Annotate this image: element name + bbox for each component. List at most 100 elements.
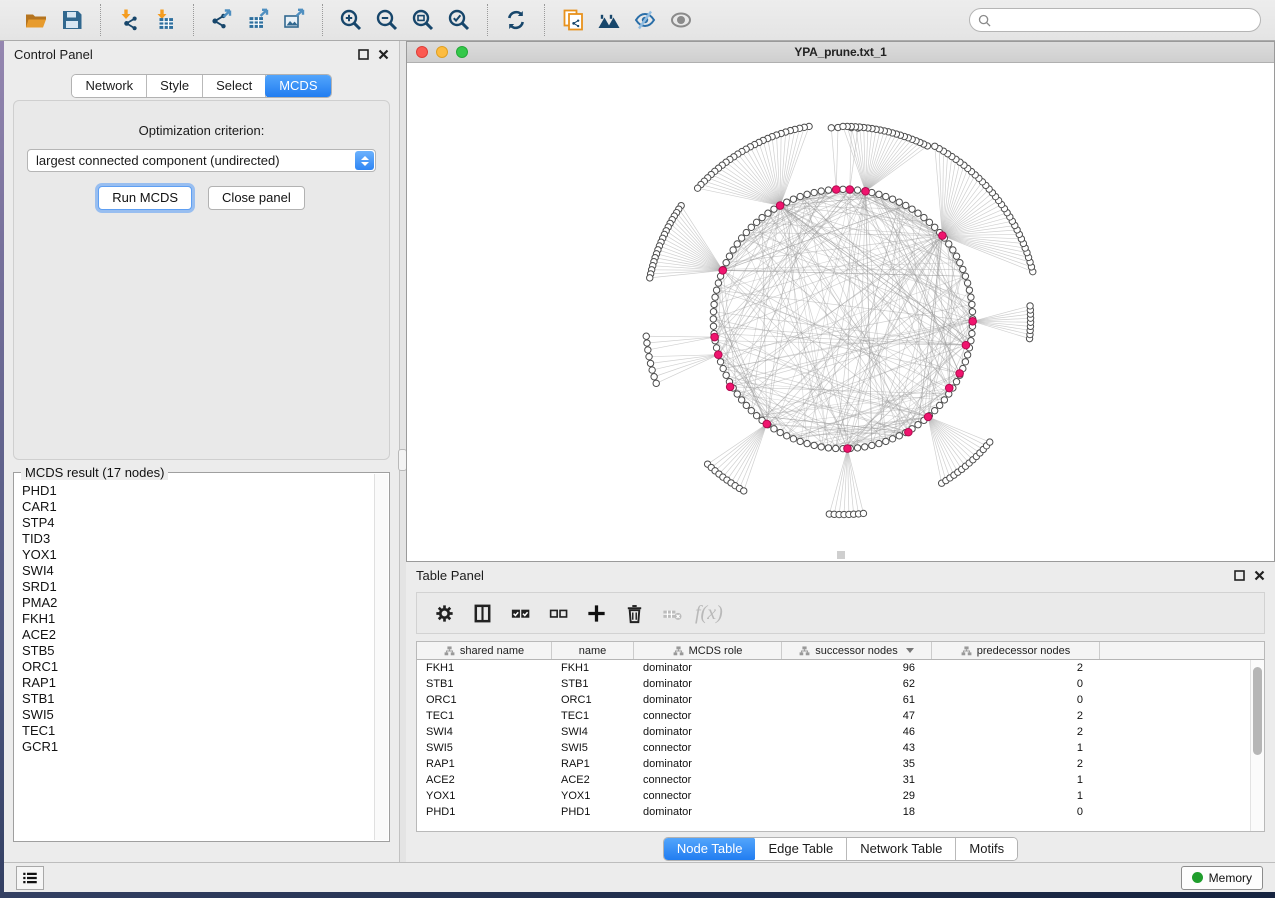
mcds-result-scrollbar[interactable]: [374, 474, 388, 840]
run-mcds-button[interactable]: Run MCDS: [98, 186, 192, 210]
add-row-button[interactable]: [579, 596, 613, 630]
network-canvas[interactable]: [407, 63, 1274, 561]
column-header-mcds-role[interactable]: MCDS role: [634, 642, 782, 659]
table-cell: PHD1: [417, 806, 552, 818]
network-graph[interactable]: [407, 63, 1274, 561]
network-window-titlebar[interactable]: YPA_prune.txt_1: [407, 42, 1274, 63]
table-cell: TEC1: [552, 710, 634, 722]
network-scroll-handle[interactable]: [837, 551, 845, 559]
table-row[interactable]: TEC1TEC1connector472: [417, 708, 1250, 724]
close-panel-button[interactable]: Close panel: [208, 186, 305, 210]
delete-table-disabled-button[interactable]: [655, 596, 689, 630]
delete-row-button[interactable]: [617, 596, 651, 630]
first-neighbors-button[interactable]: [591, 4, 627, 36]
apply-layout-button[interactable]: [498, 4, 534, 36]
node-table-body[interactable]: FKH1FKH1dominator962STB1STB1dominator620…: [417, 660, 1250, 831]
table-cell: SWI5: [552, 742, 634, 754]
export-network-button[interactable]: [204, 4, 240, 36]
table-row[interactable]: STB1STB1dominator620: [417, 676, 1250, 692]
float-panel-icon[interactable]: [358, 49, 369, 60]
mcds-tab-content: Optimization criterion: largest connecte…: [13, 100, 390, 460]
mcds-node-item[interactable]: PHD1: [22, 483, 374, 499]
tab-network-table[interactable]: Network Table: [847, 838, 956, 860]
table-row[interactable]: YOX1YOX1connector291: [417, 788, 1250, 804]
deselect-all-button[interactable]: [541, 596, 575, 630]
zoom-in-button[interactable]: [333, 4, 369, 36]
column-header-predecessor-nodes[interactable]: predecessor nodes: [932, 642, 1100, 659]
tab-edge-table[interactable]: Edge Table: [755, 838, 847, 860]
table-cell: 46: [782, 726, 932, 738]
table-row[interactable]: ORC1ORC1dominator610: [417, 692, 1250, 708]
import-network-button[interactable]: [111, 4, 147, 36]
zoom-fit-button[interactable]: [405, 4, 441, 36]
optimization-criterion-value: largest connected component (undirected): [36, 153, 280, 168]
table-cell: 29: [782, 790, 932, 802]
mcds-node-item[interactable]: RAP1: [22, 675, 374, 691]
close-panel-icon[interactable]: [378, 49, 389, 60]
mcds-node-item[interactable]: STB1: [22, 691, 374, 707]
mcds-node-item[interactable]: ACE2: [22, 627, 374, 643]
table-cell: SWI4: [552, 726, 634, 738]
table-row[interactable]: ACE2ACE2connector311: [417, 772, 1250, 788]
control-panel-titlebar: Control Panel: [4, 41, 399, 67]
columns-button[interactable]: [465, 596, 499, 630]
gear-button[interactable]: [427, 596, 461, 630]
export-table-button[interactable]: [240, 4, 276, 36]
tab-style[interactable]: Style: [147, 75, 203, 97]
column-header-name[interactable]: name: [552, 642, 634, 659]
sort-descending-icon: [906, 648, 914, 653]
mcds-node-item[interactable]: TID3: [22, 531, 374, 547]
mcds-node-item[interactable]: PMA2: [22, 595, 374, 611]
search-input[interactable]: [996, 10, 1252, 30]
table-cell: 31: [782, 774, 932, 786]
table-row[interactable]: SWI5SWI5connector431: [417, 740, 1250, 756]
mcds-node-item[interactable]: STB5: [22, 643, 374, 659]
table-panel: Table Panel f(x) shared name name: [406, 562, 1275, 862]
import-table-button[interactable]: [147, 4, 183, 36]
table-cell: FKH1: [417, 662, 552, 674]
scrollbar-thumb[interactable]: [1253, 667, 1262, 755]
float-table-panel-icon[interactable]: [1234, 570, 1245, 581]
mcds-node-item[interactable]: FKH1: [22, 611, 374, 627]
table-tabs: Node Table Edge Table Network Table Moti…: [663, 837, 1018, 861]
table-row[interactable]: FKH1FKH1dominator962: [417, 660, 1250, 676]
memory-button[interactable]: Memory: [1181, 866, 1263, 890]
mcds-node-item[interactable]: STP4: [22, 515, 374, 531]
mcds-node-item[interactable]: SWI5: [22, 707, 374, 723]
mcds-node-item[interactable]: TEC1: [22, 723, 374, 739]
table-row[interactable]: SWI4SWI4dominator462: [417, 724, 1250, 740]
save-session-button[interactable]: [54, 4, 90, 36]
table-row[interactable]: PHD1PHD1dominator180: [417, 804, 1250, 820]
open-folder-button[interactable]: [18, 4, 54, 36]
task-history-button[interactable]: [16, 866, 44, 890]
column-header-shared-name[interactable]: shared name: [417, 642, 552, 659]
select-all-button[interactable]: [503, 596, 537, 630]
close-table-panel-icon[interactable]: [1254, 570, 1265, 581]
optimization-criterion-label: Optimization criterion:: [14, 123, 389, 138]
search-box[interactable]: [969, 8, 1261, 32]
table-row[interactable]: RAP1RAP1dominator352: [417, 756, 1250, 772]
mcds-node-item[interactable]: CAR1: [22, 499, 374, 515]
mcds-node-item[interactable]: YOX1: [22, 547, 374, 563]
tab-mcds[interactable]: MCDS: [265, 74, 331, 98]
table-cell: dominator: [634, 678, 782, 690]
tab-select[interactable]: Select: [203, 75, 266, 97]
zoom-selected-button[interactable]: [441, 4, 477, 36]
show-all-button[interactable]: [663, 4, 699, 36]
node-table-scrollbar[interactable]: [1250, 660, 1264, 831]
export-image-button[interactable]: [276, 4, 312, 36]
mcds-node-item[interactable]: SRD1: [22, 579, 374, 595]
tab-network[interactable]: Network: [72, 75, 147, 97]
mcds-node-item[interactable]: ORC1: [22, 659, 374, 675]
hide-selected-button[interactable]: [627, 4, 663, 36]
tab-node-table[interactable]: Node Table: [663, 837, 757, 861]
clone-network-button[interactable]: [555, 4, 591, 36]
optimization-criterion-select[interactable]: largest connected component (undirected): [27, 149, 376, 172]
table-cell: RAP1: [417, 758, 552, 770]
tab-motifs[interactable]: Motifs: [956, 838, 1017, 860]
column-header-successor-nodes[interactable]: successor nodes: [782, 642, 932, 659]
zoom-out-button[interactable]: [369, 4, 405, 36]
mcds-result-list[interactable]: PHD1CAR1STP4TID3YOX1SWI4SRD1PMA2FKH1ACE2…: [15, 474, 374, 840]
mcds-node-item[interactable]: SWI4: [22, 563, 374, 579]
mcds-node-item[interactable]: GCR1: [22, 739, 374, 755]
